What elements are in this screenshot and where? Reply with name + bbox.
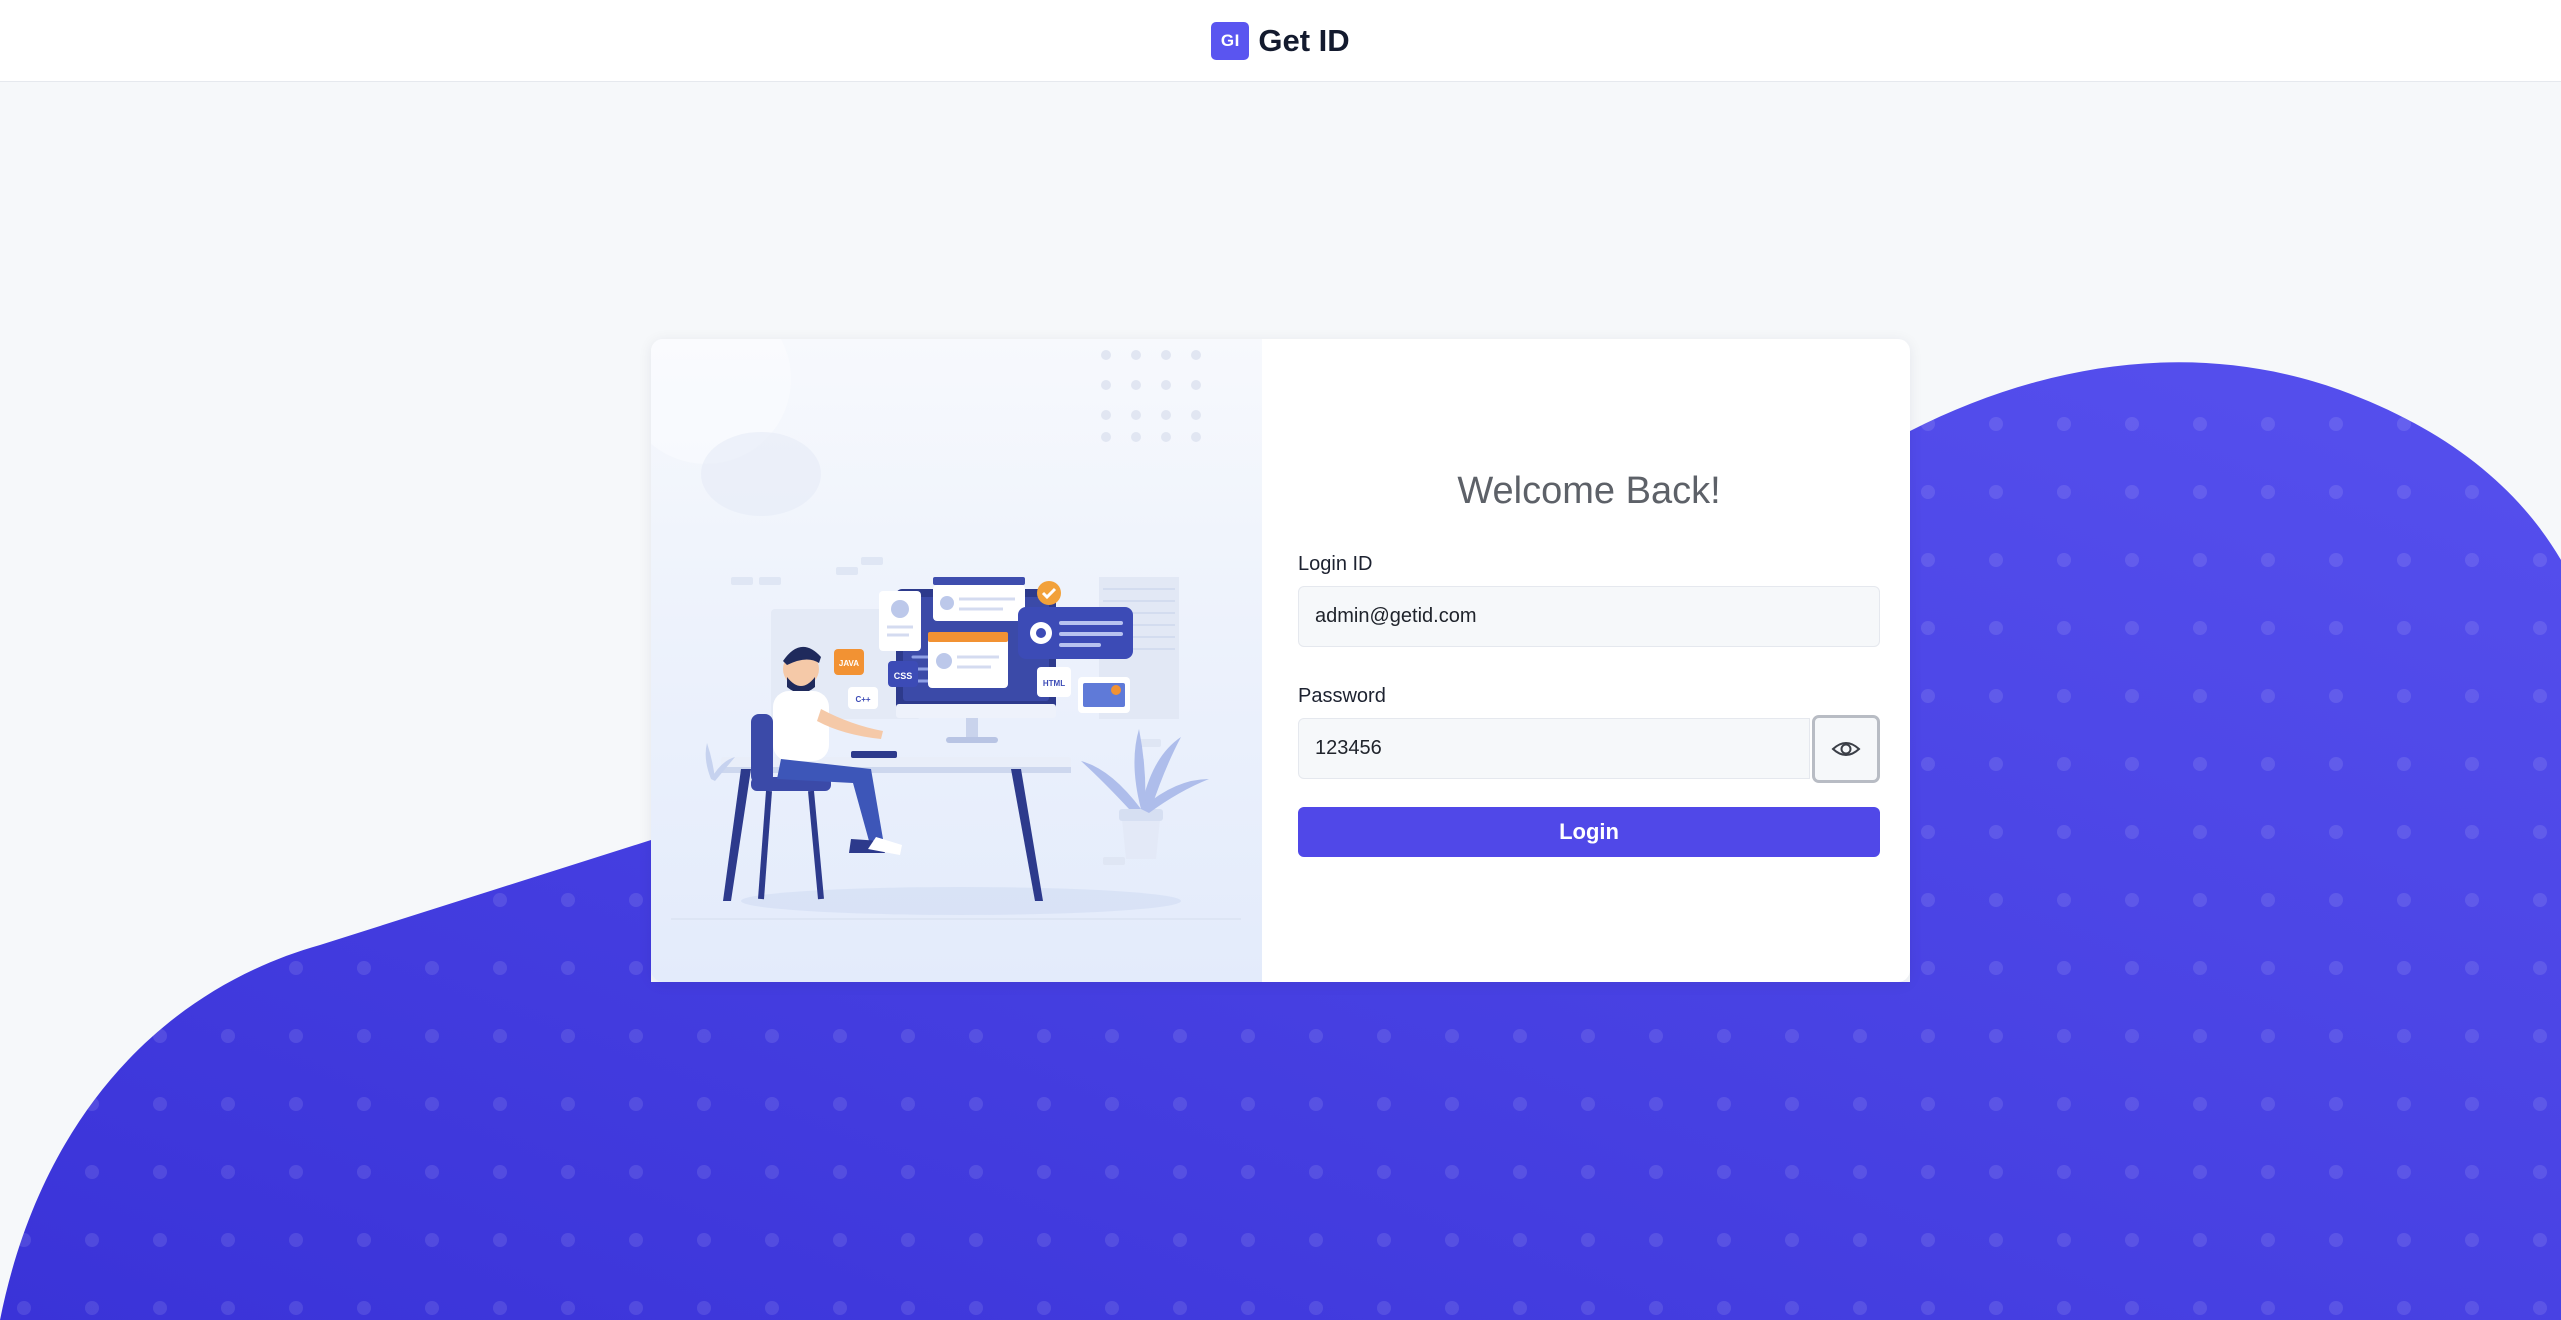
top-header: GI Get ID bbox=[0, 0, 2561, 82]
password-row: 123456 bbox=[1298, 714, 1880, 783]
brand[interactable]: GI Get ID bbox=[1211, 21, 1350, 60]
eye-icon bbox=[1831, 741, 1861, 756]
login-id-label: Login ID bbox=[1298, 553, 1373, 575]
developer-illustration: JAVA CSS C++ HTML bbox=[651, 339, 1241, 920]
login-id-field[interactable]: admin@getid.com bbox=[1298, 586, 1880, 647]
form-title: Welcome Back! bbox=[1457, 470, 1721, 512]
login-button[interactable]: Login bbox=[1298, 807, 1880, 857]
tag-css: CSS bbox=[894, 671, 913, 681]
tag-java: JAVA bbox=[839, 659, 859, 668]
brand-logo: GI bbox=[1211, 21, 1250, 60]
toggle-password-visibility-button[interactable] bbox=[1812, 714, 1880, 783]
tag-html: HTML bbox=[1043, 679, 1065, 688]
brand-name: Get ID bbox=[1258, 22, 1350, 58]
login-form: Welcome Back! Login ID admin@getid.com P… bbox=[1262, 339, 1910, 982]
tag-cpp: C++ bbox=[855, 695, 870, 704]
illustration-panel: JAVA CSS C++ HTML bbox=[651, 339, 1262, 982]
password-label: Password bbox=[1298, 685, 1386, 707]
login-card: JAVA CSS C++ HTML Welcome Back! Login ID… bbox=[651, 339, 1910, 982]
password-field[interactable]: 123456 bbox=[1298, 718, 1810, 779]
